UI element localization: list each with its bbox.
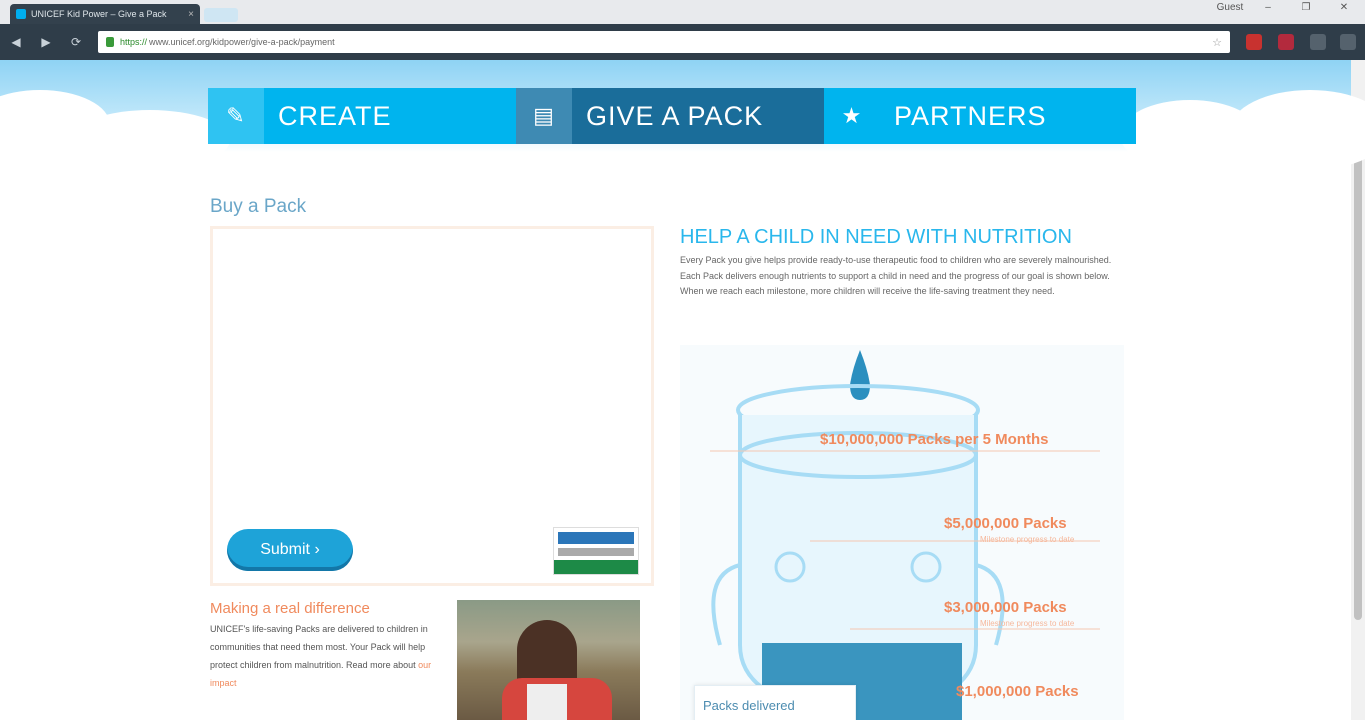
main-nav: ✎ CREATE ▤ GIVE A PACK ★ PARTNERS xyxy=(208,88,1136,144)
back-icon[interactable]: ◀ xyxy=(6,33,26,51)
reload-icon[interactable]: ⟳ xyxy=(66,33,86,51)
favicon-icon xyxy=(16,9,26,19)
tab-title: UNICEF Kid Power – Give a Pack xyxy=(31,9,167,19)
nav-tab-label: PARTNERS xyxy=(894,100,1047,131)
pack-icon: ▤ xyxy=(516,88,572,144)
maximize-icon[interactable]: ❐ xyxy=(1291,2,1321,13)
pencil-icon: ✎ xyxy=(208,88,264,144)
extension-icon[interactable] xyxy=(1278,34,1294,50)
payment-form-frame: Submit › xyxy=(210,226,654,586)
nav-tab-partners[interactable]: ★ PARTNERS xyxy=(824,88,1136,144)
milestone-amount: $10,000,000 Packs per 5 Months xyxy=(820,431,1049,448)
nav-tab-give-a-pack[interactable]: ▤ GIVE A PACK xyxy=(516,88,824,144)
cloud xyxy=(70,110,230,170)
minimize-icon[interactable]: – xyxy=(1253,2,1283,13)
nav-tab-label: CREATE xyxy=(278,100,392,131)
close-window-icon[interactable]: ✕ xyxy=(1329,2,1359,13)
nav-tab-label: GIVE A PACK xyxy=(586,100,764,131)
progress-jar: $10,000,000 Packs per 5 Months $5,000,00… xyxy=(680,345,1124,720)
jar-tooltip: Packs delivered xyxy=(694,685,856,720)
milestone-amount: $5,000,000 Packs xyxy=(944,515,1067,532)
extension-icon[interactable] xyxy=(1310,34,1326,50)
verified-seal-icon[interactable] xyxy=(553,527,639,575)
extension-icon[interactable] xyxy=(1246,34,1262,50)
scrollbar-thumb[interactable] xyxy=(1354,144,1362,620)
submit-button[interactable]: Submit › xyxy=(227,529,353,571)
milestone-amount: $3,000,000 Packs xyxy=(944,599,1067,616)
menu-icon[interactable] xyxy=(1340,34,1356,50)
url-input[interactable]: https:// www.unicef.org/kidpower/give-a-… xyxy=(98,31,1230,53)
help-body: Every Pack you give helps provide ready-… xyxy=(680,255,1112,296)
help-title: HELP A CHILD IN NEED WITH NUTRITION xyxy=(680,226,1072,248)
cloud xyxy=(1230,90,1365,170)
milestone-sub: Milestone progress to date xyxy=(980,535,1075,544)
window-controls: Guest – ❐ ✕ xyxy=(1215,2,1359,13)
lock-icon xyxy=(106,37,114,47)
payment-title: Buy a Pack xyxy=(210,196,307,217)
new-tab-button[interactable] xyxy=(204,8,238,22)
star-icon: ★ xyxy=(841,103,863,128)
difference-title: Making a real difference xyxy=(210,600,370,617)
browser-tab-bar: UNICEF Kid Power – Give a Pack × Guest –… xyxy=(0,0,1365,24)
jar-illustration xyxy=(680,345,1124,720)
tab-close-icon[interactable]: × xyxy=(188,9,194,20)
difference-body: UNICEF's life-saving Packs are delivered… xyxy=(210,624,432,688)
address-toolbar: ◀ ▶ ⟳ https:// www.unicef.org/kidpower/g… xyxy=(0,24,1365,60)
child-photo xyxy=(457,600,640,720)
nav-tab-create[interactable]: ✎ CREATE xyxy=(208,88,516,144)
milestone-amount: $1,000,000 Packs xyxy=(956,683,1079,700)
url-scheme: https:// xyxy=(120,37,148,47)
browser-tab[interactable]: UNICEF Kid Power – Give a Pack × xyxy=(10,4,200,24)
url-text: www.unicef.org/kidpower/give-a-pack/paym… xyxy=(149,37,335,47)
bookmark-star-icon[interactable]: ☆ xyxy=(1212,36,1222,49)
user-button[interactable]: Guest xyxy=(1215,2,1245,13)
milestone-sub: Milestone progress to date xyxy=(980,619,1075,628)
forward-icon[interactable]: ▶ xyxy=(36,33,56,51)
